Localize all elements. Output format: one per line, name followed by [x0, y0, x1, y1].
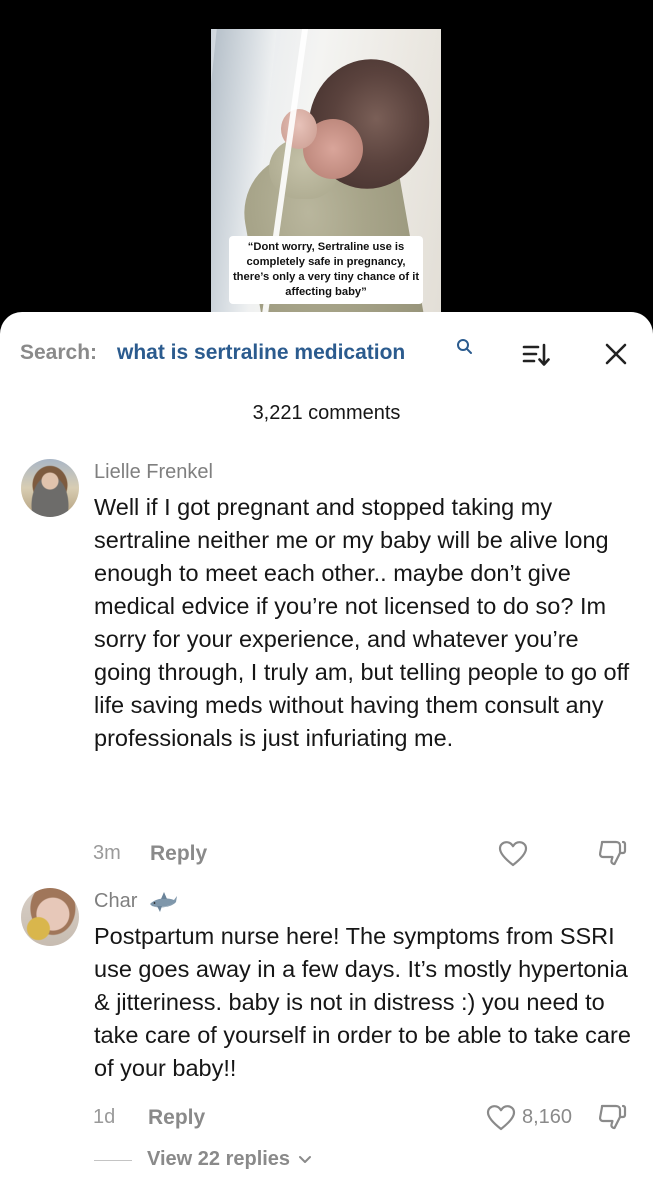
search-row: Search: what is sertraline medication — [20, 338, 633, 370]
comment-item: Lielle Frenkel Well if I got pregnant an… — [0, 458, 653, 878]
comment-username[interactable]: Char — [94, 890, 137, 913]
view-replies-label: View 22 replies — [147, 1148, 291, 1170]
heart-icon[interactable] — [498, 840, 528, 868]
heart-icon[interactable] — [486, 1104, 516, 1132]
comment-time: 1d — [93, 1106, 116, 1128]
reply-button[interactable]: Reply — [148, 1106, 205, 1130]
video-area[interactable]: “Dont worry, Sertraline use is completel… — [0, 0, 653, 330]
close-icon[interactable] — [604, 342, 628, 366]
dislike-icon[interactable] — [597, 1102, 627, 1132]
shark-icon — [150, 892, 177, 912]
comment-username[interactable]: Lielle Frenkel — [94, 461, 213, 484]
comment-item: Char Postpartum nurse here! The symptoms… — [0, 884, 653, 1184]
comment-text: Well if I got pregnant and stopped takin… — [94, 494, 630, 751]
replies-divider — [94, 1160, 132, 1161]
search-term-link[interactable]: what is sertraline medication — [117, 341, 405, 365]
comments-sheet: Search: what is sertraline medication 3,… — [0, 312, 653, 1200]
video-caption: “Dont worry, Sertraline use is completel… — [229, 236, 423, 304]
reply-button[interactable]: Reply — [150, 842, 207, 866]
comment-text: Postpartum nurse here! The symptoms from… — [94, 923, 631, 1081]
chevron-down-icon — [298, 1156, 311, 1163]
avatar[interactable] — [21, 459, 79, 517]
video-thumbnail[interactable]: “Dont worry, Sertraline use is completel… — [211, 29, 441, 329]
view-replies-button[interactable]: View 22 replies — [147, 1148, 312, 1171]
comment-count: 3,221 comments — [252, 402, 401, 424]
search-prefix: Search: — [20, 341, 98, 364]
search-icon[interactable] — [456, 338, 474, 356]
dislike-icon[interactable] — [597, 838, 627, 868]
like-count: 8,160 — [522, 1106, 573, 1128]
sort-icon[interactable] — [522, 342, 550, 368]
comment-time: 3m — [93, 842, 121, 864]
avatar[interactable] — [21, 888, 79, 946]
